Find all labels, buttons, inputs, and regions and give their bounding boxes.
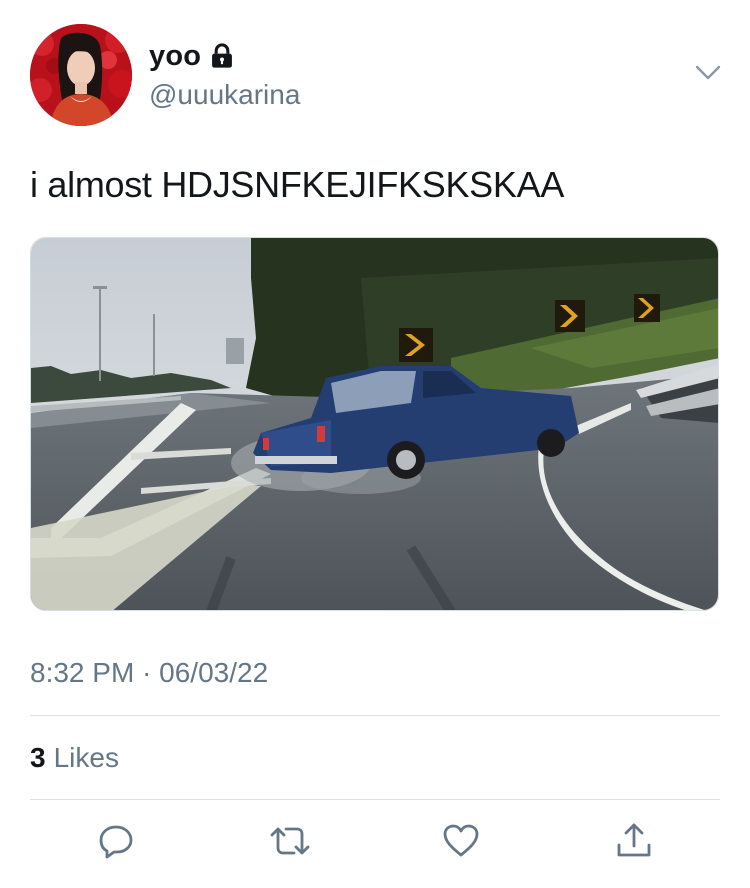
retweet-button[interactable] [268, 822, 312, 864]
like-icon [441, 821, 481, 866]
divider [30, 799, 720, 800]
chevron-down-icon[interactable] [694, 62, 722, 84]
likes-count: 3 [30, 742, 46, 773]
avatar[interactable] [30, 24, 132, 126]
tweet-media[interactable] [30, 237, 719, 611]
avatar-image [30, 24, 132, 126]
display-name[interactable]: yoo [149, 40, 236, 73]
likes-stat[interactable]: 3 Likes [30, 742, 119, 774]
user-handle[interactable]: @uuukarina [149, 79, 300, 111]
share-icon [614, 821, 654, 866]
lock-icon [208, 42, 236, 70]
divider [30, 715, 720, 716]
retweet-icon [268, 821, 312, 866]
like-button[interactable] [439, 822, 483, 864]
tweet-text: i almost HDJSNFKEJIFKSKSKAA [30, 164, 565, 205]
tweet-timestamp[interactable]: 8:32 PM · 06/03/22 [30, 657, 268, 689]
display-name-text: yoo [149, 40, 202, 72]
reply-button[interactable] [94, 822, 138, 864]
video-thumbnail-image [31, 238, 718, 610]
share-button[interactable] [612, 822, 656, 864]
reply-icon [96, 821, 136, 866]
likes-label: Likes [53, 742, 119, 773]
